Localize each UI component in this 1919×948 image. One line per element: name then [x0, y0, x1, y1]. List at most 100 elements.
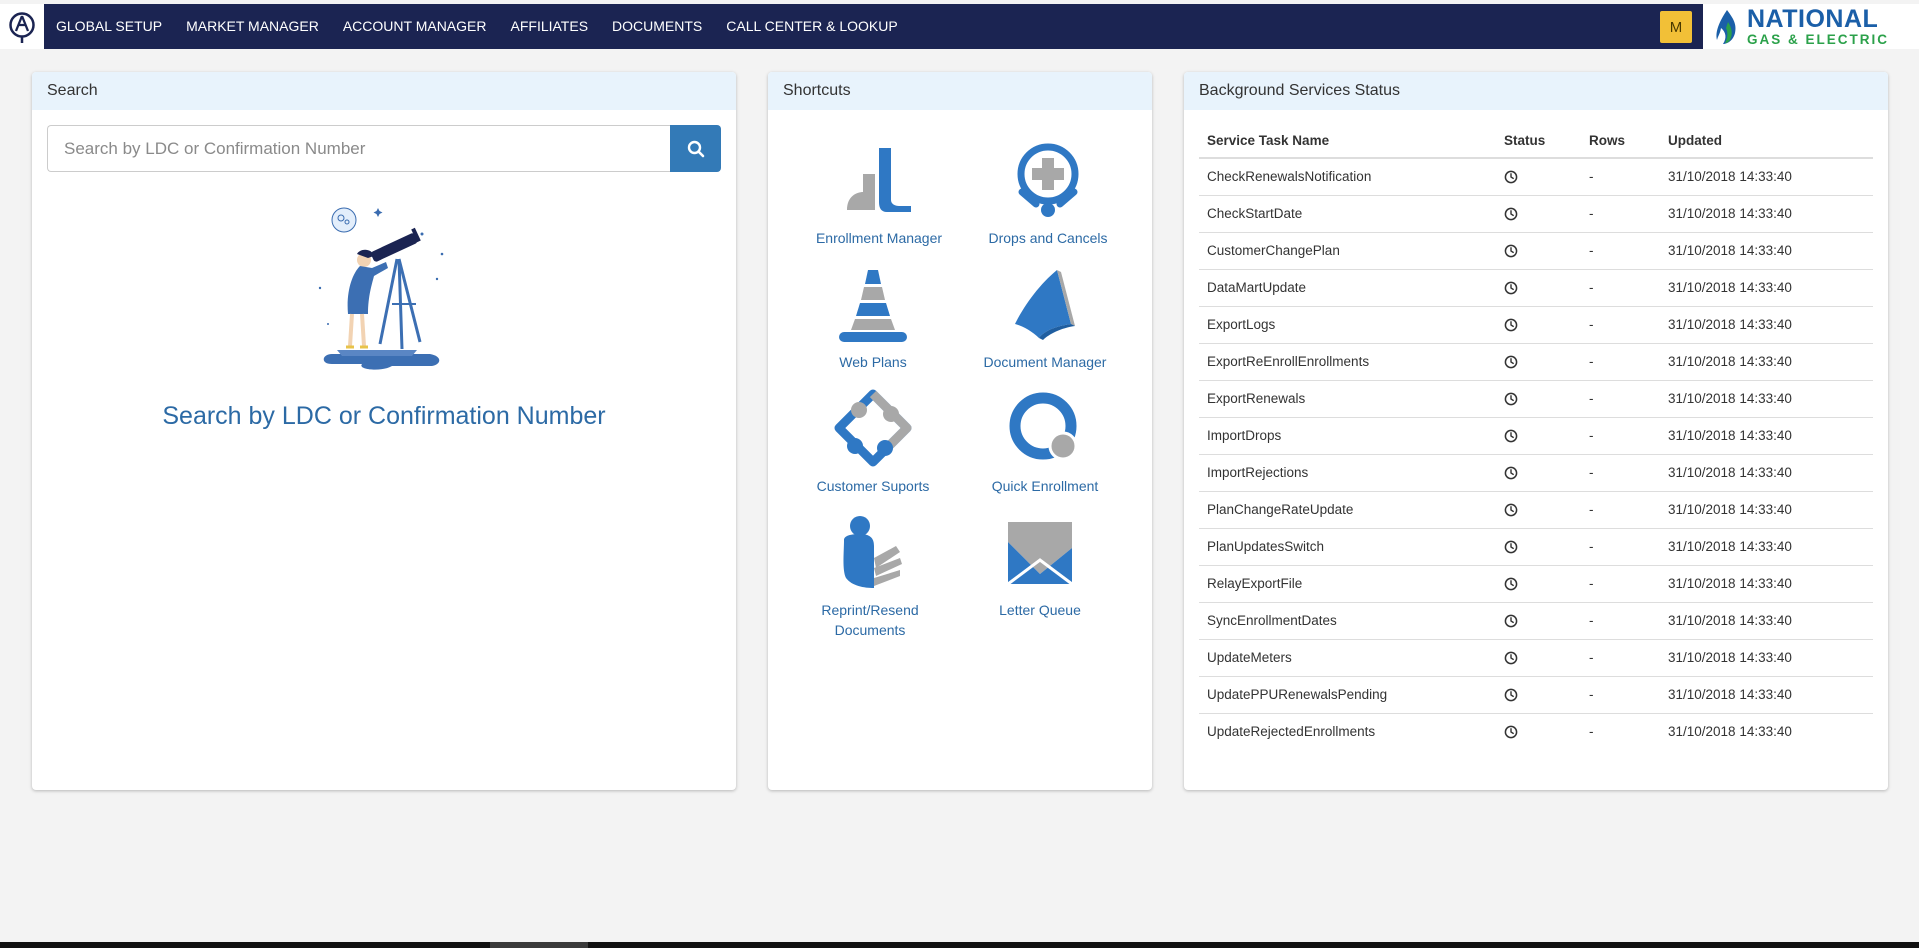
status-cell: [1496, 195, 1581, 233]
shortcut-label: Customer Suports: [816, 478, 930, 494]
status-cell: [1496, 639, 1581, 677]
clock-icon: [1504, 243, 1518, 258]
telescope-illustration: [318, 207, 444, 370]
column-header: Service Task Name: [1199, 124, 1496, 159]
service-name-cell: DataMartUpdate: [1199, 269, 1496, 307]
updated-cell: 31/10/2018 14:33:40: [1660, 565, 1873, 603]
table-row: ExportLogs -31/10/2018 14:33:40: [1199, 306, 1873, 344]
shortcut-reprint-resend-documents[interactable]: Reprint/Resend Documents: [785, 512, 955, 640]
rows-cell: -: [1581, 454, 1660, 492]
updated-cell: 31/10/2018 14:33:40: [1660, 306, 1873, 344]
service-name-cell: PlanUpdatesSwitch: [1199, 528, 1496, 566]
column-header: Rows: [1581, 124, 1660, 159]
status-cell: [1496, 565, 1581, 603]
table-header-row: Service Task Name Status Rows Updated: [1199, 124, 1873, 159]
clock-icon: [1504, 428, 1518, 443]
clock-icon: [1504, 206, 1518, 221]
service-name-cell: CustomerChangePlan: [1199, 232, 1496, 270]
search-input[interactable]: [47, 125, 670, 172]
shortcut-drops-and-cancels[interactable]: Drops and Cancels: [963, 140, 1133, 248]
clock-icon: [1504, 465, 1518, 480]
shortcut-label: Letter Queue: [999, 602, 1081, 618]
updated-cell: 31/10/2018 14:33:40: [1660, 343, 1873, 381]
shortcut-quick-enrollment[interactable]: Quick Enrollment: [960, 388, 1130, 496]
service-name-cell: UpdateMeters: [1199, 639, 1496, 677]
status-cell: [1496, 269, 1581, 307]
search-panel: Search Search by LDC or Confirmation Num…: [32, 72, 736, 790]
updated-cell: 31/10/2018 14:33:40: [1660, 639, 1873, 677]
table-row: ImportRejections -31/10/2018 14:33:40: [1199, 454, 1873, 492]
rows-cell: -: [1581, 417, 1660, 455]
nav-call-center-lookup[interactable]: CALL CENTER & LOOKUP: [714, 4, 909, 49]
clock-icon: [1504, 724, 1518, 739]
nav-market-manager[interactable]: MARKET MANAGER: [174, 4, 331, 49]
status-cell: [1496, 417, 1581, 455]
service-name-cell: CheckStartDate: [1199, 195, 1496, 233]
updated-cell: 31/10/2018 14:33:40: [1660, 676, 1873, 714]
support-icon: [834, 389, 912, 467]
drops-cancels-icon: [1017, 143, 1079, 217]
rows-cell: -: [1581, 158, 1660, 196]
table-row: RelayExportFile -31/10/2018 14:33:40: [1199, 565, 1873, 603]
user-avatar-button[interactable]: M: [1660, 11, 1692, 43]
shortcut-web-plans[interactable]: Web Plans: [788, 264, 958, 372]
service-name-cell: ExportReEnrollEnrollments: [1199, 343, 1496, 381]
updated-cell: 31/10/2018 14:33:40: [1660, 158, 1873, 196]
service-name-cell: ExportRenewals: [1199, 380, 1496, 418]
shortcuts-panel-title: Shortcuts: [768, 72, 1152, 110]
book-icon: [1015, 270, 1075, 340]
shortcut-letter-queue[interactable]: Letter Queue: [955, 512, 1125, 620]
shortcut-customer-supports[interactable]: Customer Suports: [788, 388, 958, 496]
shortcut-enrollment-manager[interactable]: Enrollment Manager: [794, 140, 964, 248]
status-panel-title: Background Services Status: [1184, 72, 1888, 110]
clock-icon: [1504, 354, 1518, 369]
service-name-cell: ExportLogs: [1199, 306, 1496, 344]
clock-icon: [1504, 576, 1518, 591]
clock-icon: [1504, 539, 1518, 554]
flame-icon: [1716, 9, 1736, 44]
table-row: ExportRenewals -31/10/2018 14:33:40: [1199, 380, 1873, 418]
updated-cell: 31/10/2018 14:33:40: [1660, 528, 1873, 566]
status-cell: [1496, 232, 1581, 270]
nav-account-manager[interactable]: ACCOUNT MANAGER: [331, 4, 499, 49]
service-name-cell: SyncEnrollmentDates: [1199, 602, 1496, 640]
updated-cell: 31/10/2018 14:33:40: [1660, 195, 1873, 233]
service-name-cell: UpdatePPURenewalsPending: [1199, 676, 1496, 714]
logo-sub-text: GAS & ELECTRIC: [1747, 31, 1890, 47]
services-table: Service Task Name Status Rows Updated Ch…: [1199, 124, 1873, 750]
shortcut-document-manager[interactable]: Document Manager: [960, 264, 1130, 372]
status-cell: [1496, 343, 1581, 381]
column-header: Status: [1496, 124, 1581, 159]
rows-cell: -: [1581, 528, 1660, 566]
rows-cell: -: [1581, 343, 1660, 381]
nav-affiliates[interactable]: AFFILIATES: [499, 4, 601, 49]
enrollment-manager-icon: [847, 148, 911, 212]
column-header: Updated: [1660, 124, 1873, 159]
rows-cell: -: [1581, 195, 1660, 233]
status-cell: [1496, 528, 1581, 566]
table-row: PlanUpdatesSwitch -31/10/2018 14:33:40: [1199, 528, 1873, 566]
updated-cell: 31/10/2018 14:33:40: [1668, 724, 1792, 740]
table-row: ExportReEnrollEnrollments -31/10/2018 14:…: [1199, 343, 1873, 381]
rows-cell: -: [1581, 639, 1660, 677]
rows-cell: -: [1581, 491, 1660, 529]
service-name-cell: ImportRejections: [1199, 454, 1496, 492]
table-row: UpdateRejectedEnrollments - 31/10/2018 14:…: [1199, 713, 1873, 750]
horizontal-scrollbar[interactable]: [0, 942, 1919, 948]
quick-enrollment-icon: [1009, 392, 1078, 461]
shortcut-label: Drops and Cancels: [988, 230, 1108, 246]
table-row: UpdateMeters -31/10/2018 14:33:40: [1199, 639, 1873, 677]
search-bar: [47, 125, 721, 172]
app-logo-icon[interactable]: [0, 4, 44, 49]
logo-main-text: NATIONAL: [1747, 4, 1879, 33]
shortcut-label: Web Plans: [839, 354, 907, 370]
clock-icon: [1504, 687, 1518, 702]
scrollbar-thumb[interactable]: [490, 942, 588, 948]
search-button[interactable]: [670, 125, 721, 172]
nav-documents[interactable]: DOCUMENTS: [600, 4, 714, 49]
clock-icon: [1504, 169, 1518, 184]
clock-icon: [1504, 280, 1518, 295]
nav-global-setup[interactable]: GLOBAL SETUP: [44, 4, 174, 49]
clock-icon: [1504, 391, 1518, 406]
service-name-cell: ImportDrops: [1199, 417, 1496, 455]
